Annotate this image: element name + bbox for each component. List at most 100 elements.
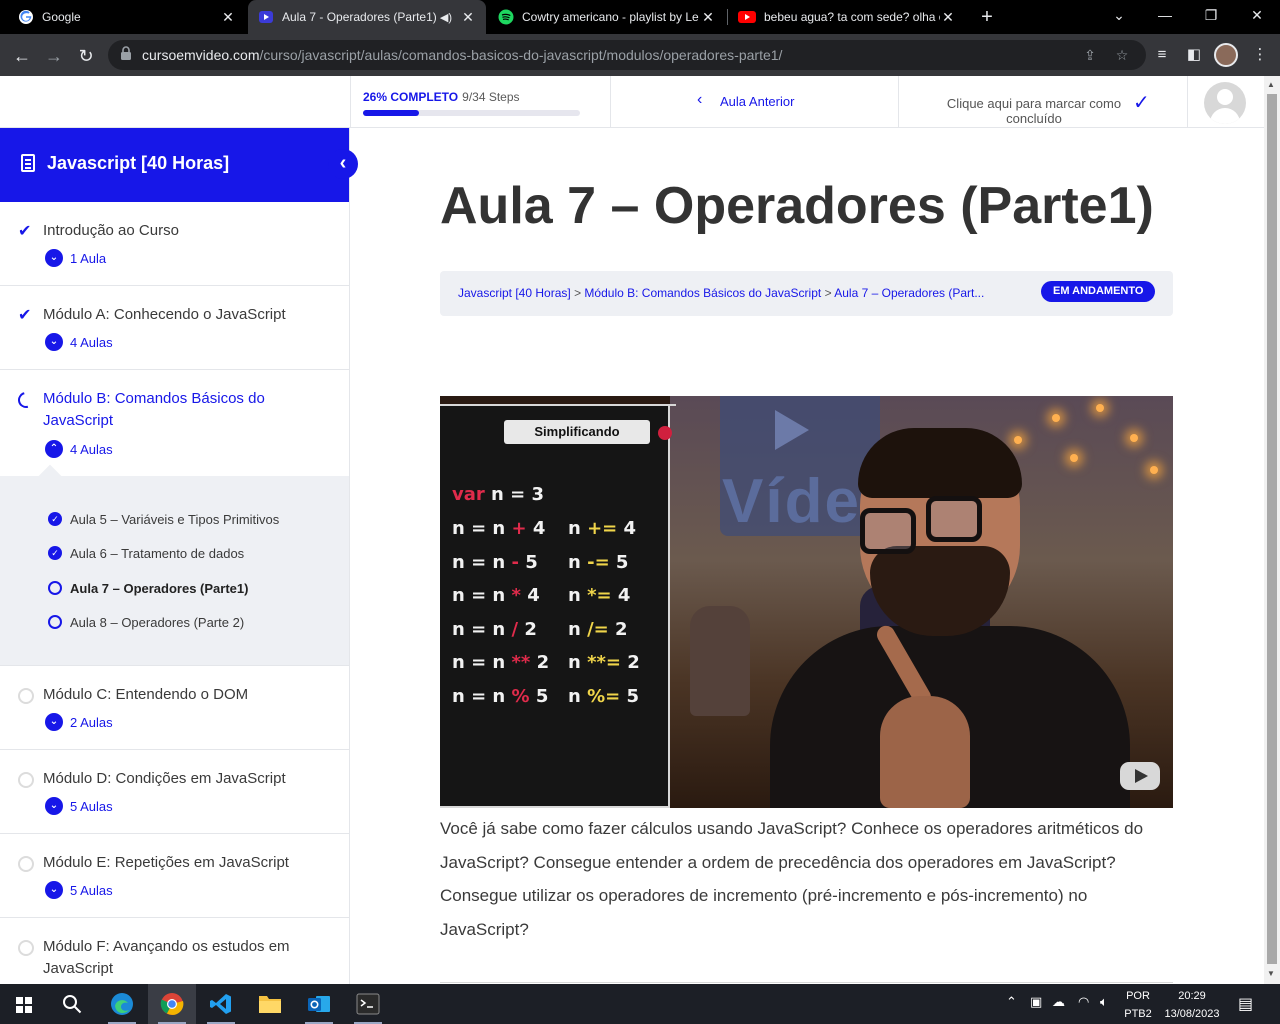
cloud-icon[interactable]: ☁ (1052, 994, 1065, 1010)
breadcrumb-module[interactable]: Módulo B: Comandos Básicos do JavaScript (584, 286, 821, 300)
tab-aula7[interactable]: Aula 7 - Operadores (Parte1) ◀) ✕ (248, 0, 486, 34)
code-line-shorthand: n -= 5 (568, 551, 629, 573)
sidebar-lesson-8[interactable]: Aula 8 – Operadores (Parte 2) (48, 613, 244, 631)
user-avatar[interactable] (1204, 82, 1246, 124)
scroll-down-arrow-icon[interactable]: ▼ (1267, 969, 1275, 978)
language-indicator[interactable]: POR PTB2 (1122, 989, 1154, 1021)
youtube-play-icon[interactable] (1120, 762, 1160, 790)
previous-lesson-button[interactable]: ‹ Aula Anterior (610, 76, 898, 128)
tab-google[interactable]: Google ✕ (8, 0, 246, 34)
chevron-up-icon[interactable]: ⌃ (1006, 994, 1017, 1010)
module-title[interactable]: Módulo F: Avançando os estudos em JavaSc… (43, 936, 313, 980)
module-lesson-count[interactable]: ⌄ 2 Aulas (45, 713, 113, 731)
sidebar-lesson-6[interactable]: ✓ Aula 6 – Tratamento de dados (48, 544, 244, 562)
sidebar-module-intro[interactable]: ✔ Introdução ao Curso ⌄ 1 Aula (0, 202, 349, 286)
code-line: n = n / 2 (452, 618, 537, 640)
menu-kebab-icon[interactable]: ⋮ (1250, 45, 1270, 65)
page-scrollbar[interactable]: ▲ ▼ (1264, 76, 1280, 984)
wifi-icon[interactable]: ◠ (1078, 994, 1089, 1010)
module-lesson-count[interactable]: ⌃ 4 Aulas (45, 440, 113, 458)
search-button[interactable] (48, 984, 96, 1024)
module-title[interactable]: Módulo A: Conhecendo o JavaScript (43, 304, 313, 326)
breadcrumb-lesson[interactable]: Aula 7 – Operadores (Part... (834, 286, 984, 300)
module-title[interactable]: Módulo B: Comandos Básicos do JavaScript (43, 388, 313, 432)
breadcrumb-course[interactable]: Javascript [40 Horas] (458, 286, 571, 300)
mark-complete-button[interactable]: Clique aqui para marcar como concluído ✓ (898, 76, 1188, 128)
sidebar-module-a[interactable]: ✔ Módulo A: Conhecendo o JavaScript ⌄ 4 A… (0, 286, 349, 370)
code-line-shorthand: n += 4 (568, 518, 637, 539)
clock[interactable]: 20:29 13/08/2023 (1160, 989, 1224, 1021)
reload-icon[interactable]: ↻ (72, 42, 100, 70)
audio-playing-icon[interactable]: ◀) (440, 11, 452, 24)
code-line-shorthand: n /= 2 (568, 618, 628, 640)
profile-avatar[interactable] (1214, 43, 1238, 67)
module-title[interactable]: Módulo D: Condições em JavaScript (43, 768, 313, 790)
course-title[interactable]: Javascript [40 Horas] (47, 153, 229, 174)
bookmark-star-icon[interactable]: ☆ (1112, 45, 1132, 65)
code-line: n = n ** 2 (452, 652, 550, 674)
scroll-up-arrow-icon[interactable]: ▲ (1267, 80, 1275, 89)
address-bar[interactable]: cursoemvideo.com/curso/javascript/aulas/… (108, 40, 1146, 70)
sidebar-module-b[interactable]: Módulo B: Comandos Básicos do JavaScript… (0, 370, 349, 476)
module-title[interactable]: Módulo C: Entendendo o DOM (43, 684, 313, 706)
restore-button[interactable]: ❐ (1188, 0, 1234, 30)
sidebar-lesson-5[interactable]: ✓ Aula 5 – Variáveis e Tipos Primitivos (48, 510, 279, 528)
media-control-icon[interactable]: ≡ (1152, 45, 1172, 65)
sidebar-module-f[interactable]: Módulo F: Avançando os estudos em JavaSc… (0, 918, 349, 984)
lock-icon[interactable] (116, 45, 136, 65)
course-header[interactable]: Javascript [40 Horas] (0, 128, 349, 202)
taskbar-chrome[interactable] (148, 984, 196, 1024)
module-title[interactable]: Introdução ao Curso (43, 220, 313, 242)
volume-icon[interactable]: 🔈︎ (1100, 994, 1108, 1010)
sidebar-module-d[interactable]: Módulo D: Condições em JavaScript ⌄ 5 Aul… (0, 750, 349, 834)
checkmark-icon[interactable]: ✓ (1133, 90, 1150, 115)
module-title[interactable]: Módulo E: Repetições em JavaScript (43, 852, 313, 874)
check-icon: ✓ (48, 512, 62, 526)
browser-tabstrip: Google ✕ Aula 7 - Operadores (Parte1) ◀)… (0, 0, 1280, 34)
action-figure (690, 606, 750, 716)
close-tab-icon[interactable]: ✕ (700, 9, 716, 25)
module-lesson-count[interactable]: ⌄ 5 Aulas (45, 797, 113, 815)
close-tab-icon[interactable]: ✕ (940, 9, 956, 25)
course-page: 26% COMPLETO 9/34 Steps ‹ Aula Anterior C… (0, 76, 1280, 984)
start-button[interactable] (0, 984, 48, 1024)
previous-lesson-label[interactable]: Aula Anterior (720, 94, 794, 109)
status-badge: EM ANDAMENTO (1041, 281, 1156, 302)
device-icon[interactable]: ▣ (1030, 994, 1042, 1010)
taskbar-vscode[interactable] (197, 984, 245, 1024)
minimize-button[interactable]: — (1142, 0, 1188, 30)
mark-complete-label[interactable]: Clique aqui para marcar como concluído (939, 96, 1129, 126)
vscode-icon (210, 994, 231, 1014)
share-icon[interactable]: ⇪ (1080, 45, 1100, 65)
scrollbar-thumb[interactable] (1267, 94, 1277, 964)
tab-spotify[interactable]: Cowtry americano - playlist by Le ✕ (488, 0, 726, 34)
notification-icon[interactable]: ▤ (1238, 994, 1253, 1014)
module-lesson-count[interactable]: ⌄ 1 Aula (45, 249, 106, 267)
record-dot-icon (658, 426, 672, 440)
sidebar-module-e[interactable]: Módulo E: Repetições em JavaScript ⌄ 5 Au… (0, 834, 349, 918)
side-panel-icon[interactable]: ◧ (1184, 45, 1204, 65)
sidebar-module-c[interactable]: Módulo C: Entendendo o DOM ⌄ 2 Aulas (0, 666, 349, 750)
back-arrow-icon[interactable]: ← (8, 42, 36, 70)
module-b-lessons: ✓ Aula 5 – Variáveis e Tipos Primitivos ✓… (0, 464, 349, 666)
divider (440, 982, 1173, 983)
breadcrumb-separator: > (824, 286, 832, 300)
close-tab-icon[interactable]: ✕ (460, 9, 476, 25)
forward-arrow-icon[interactable]: → (40, 42, 68, 70)
code-line: n = n + 4 (452, 518, 546, 539)
module-lesson-count[interactable]: ⌄ 4 Aulas (45, 333, 113, 351)
chevron-up-icon: ⌃ (45, 440, 63, 458)
taskbar-outlook[interactable] (295, 984, 343, 1024)
taskbar-file-explorer[interactable] (246, 984, 294, 1024)
lesson-video[interactable]: Vídeo Simplificando var n = 3 n = n + 4 … (440, 396, 1173, 808)
tab-youtube[interactable]: bebeu agua? ta com sede? olha o ✕ (728, 0, 966, 34)
close-tab-icon[interactable]: ✕ (220, 9, 236, 25)
new-tab-button[interactable]: + (974, 5, 1000, 29)
close-window-button[interactable]: ✕ (1234, 0, 1280, 30)
taskbar-edge[interactable] (98, 984, 146, 1024)
taskbar-terminal[interactable] (344, 984, 392, 1024)
tab-search-button[interactable]: ⌄ (1096, 0, 1142, 30)
sidebar-lesson-7[interactable]: Aula 7 – Operadores (Parte1) (48, 579, 248, 597)
module-lesson-count[interactable]: ⌄ 5 Aulas (45, 881, 113, 899)
tab-title: bebeu agua? ta com sede? olha o (764, 10, 940, 24)
